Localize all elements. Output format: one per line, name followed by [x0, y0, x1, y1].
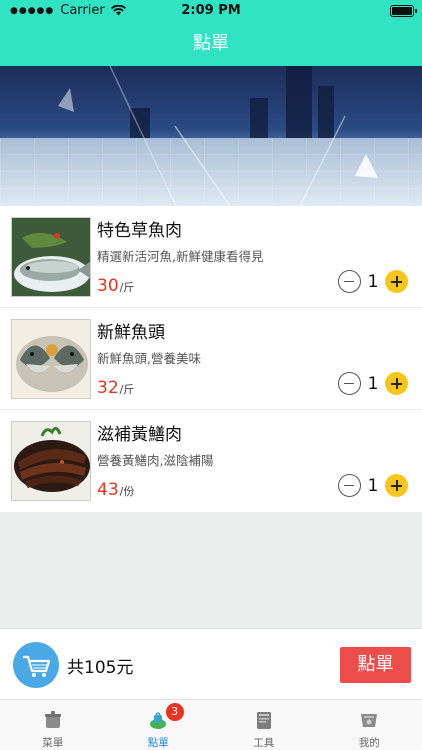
tab-bar: 菜單 3 點單 工具 我的	[0, 700, 422, 750]
tab-label: 菜單	[42, 737, 64, 749]
quantity-stepper: 1	[338, 270, 408, 293]
book-icon	[256, 712, 271, 729]
quantity-stepper: 1	[338, 474, 408, 497]
minus-icon[interactable]	[338, 474, 361, 497]
quantity-value: 1	[367, 475, 379, 496]
quantity-stepper: 1	[338, 372, 408, 395]
minus-icon[interactable]	[338, 270, 361, 293]
banner-image	[0, 66, 422, 206]
price-value: 43	[97, 480, 119, 500]
dish-description: 精選新活河魚,新鮮健康看得見	[97, 249, 264, 264]
dish-price: 43/份	[97, 480, 134, 500]
cart-total: 共105元	[67, 658, 134, 678]
status-time: 2:09 PM	[181, 3, 241, 18]
tab-tools[interactable]: 工具	[211, 700, 317, 750]
menu-list: 特色草魚肉 精選新活河魚,新鮮健康看得見 30/斤 1 新鮮魚頭 新鮮魚頭,營養…	[0, 206, 422, 512]
price-unit: /斤	[119, 281, 135, 294]
dish-photo-eel	[11, 421, 91, 501]
battery-icon	[390, 5, 417, 17]
price-value: 30	[97, 276, 119, 296]
price-value: 32	[97, 378, 119, 398]
status-bar: ●●●●● Carrier 2:09 PM	[0, 0, 422, 22]
page-title: 點單	[193, 33, 229, 54]
pot-icon	[44, 711, 61, 728]
list-item: 新鮮魚頭 新鮮魚頭,營養美味 32/斤 1	[0, 308, 422, 410]
cart-icon[interactable]	[13, 642, 59, 688]
order-button[interactable]: 點單	[340, 647, 411, 683]
tab-profile[interactable]: 我的	[317, 700, 422, 750]
cart-bar: 共105元 點單	[0, 628, 422, 700]
dish-name: 特色草魚肉	[97, 221, 182, 241]
quantity-value: 1	[367, 373, 379, 394]
tab-label: 工具	[253, 737, 275, 749]
minus-icon[interactable]	[338, 372, 361, 395]
price-unit: /份	[119, 485, 135, 498]
tab-label: 點單	[147, 737, 169, 749]
tab-order[interactable]: 3 點單	[106, 700, 212, 750]
dish-name: 滋補黃鱔肉	[97, 425, 182, 445]
dish-description: 新鮮魚頭,營養美味	[97, 351, 201, 366]
tab-label: 我的	[358, 737, 380, 749]
plus-icon[interactable]	[385, 474, 408, 497]
list-item: 特色草魚肉 精選新活河魚,新鮮健康看得見 30/斤 1	[0, 206, 422, 308]
dish-description: 營養黃鱔肉,滋陰補陽	[97, 453, 214, 468]
profile-icon	[361, 714, 378, 727]
list-item: 滋補黃鱔肉 營養黃鱔肉,滋陰補陽 43/份 1	[0, 410, 422, 512]
dish-price: 32/斤	[97, 378, 134, 398]
dish-name: 新鮮魚頭	[97, 323, 165, 343]
nav-bar: 點單	[0, 22, 422, 66]
plus-icon[interactable]	[385, 372, 408, 395]
order-count-badge: 3	[165, 703, 184, 721]
tab-menu[interactable]: 菜單	[0, 700, 106, 750]
dish-price: 30/斤	[97, 276, 134, 296]
dish-photo-fish	[11, 217, 91, 297]
price-unit: /斤	[119, 383, 135, 396]
banner-decoration	[58, 66, 378, 206]
quantity-value: 1	[367, 271, 379, 292]
dish-photo-fish-head	[11, 319, 91, 399]
plus-icon[interactable]	[385, 270, 408, 293]
